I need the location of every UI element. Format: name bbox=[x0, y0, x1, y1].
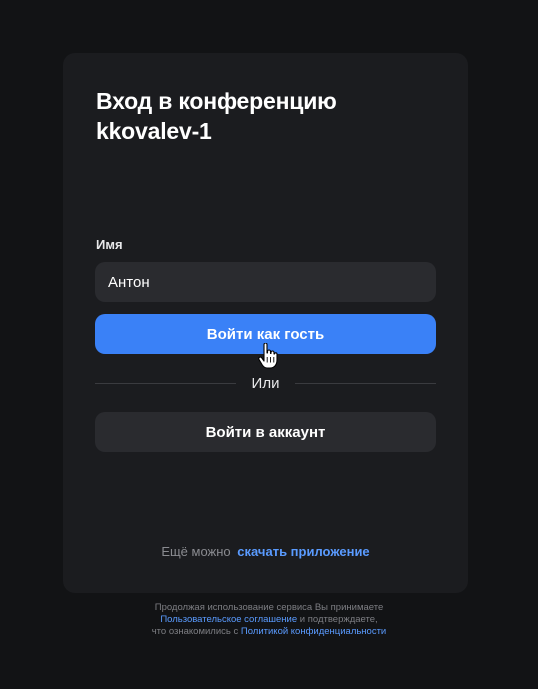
legal-line-3: что ознакомились с Политикой конфиденциа… bbox=[0, 626, 538, 638]
login-account-button[interactable]: Войти в аккаунт bbox=[95, 412, 436, 452]
page: Вход в конференцию kkovalev-1 Имя Войти … bbox=[0, 0, 538, 689]
or-divider: Или bbox=[95, 373, 437, 393]
privacy-policy-link[interactable]: Политикой конфиденциальности bbox=[241, 626, 386, 637]
login-card: Вход в конференцию kkovalev-1 Имя Войти … bbox=[63, 53, 468, 593]
name-label: Имя bbox=[96, 237, 123, 252]
divider-text: Или bbox=[251, 374, 280, 392]
user-agreement-link[interactable]: Пользовательское соглашение bbox=[160, 614, 297, 625]
hand-pointer-cursor-icon bbox=[258, 343, 278, 369]
name-input[interactable] bbox=[95, 262, 436, 302]
divider-line-left bbox=[95, 382, 236, 384]
download-prefix: Ещё можно bbox=[161, 544, 231, 559]
page-title: Вход в конференцию kkovalev-1 bbox=[96, 86, 436, 146]
legal-line-2-suffix: и подтверждаете, bbox=[297, 614, 378, 625]
download-app-link[interactable]: скачать приложение bbox=[237, 544, 369, 559]
divider-line-right bbox=[295, 382, 437, 384]
legal-line-3-prefix: что ознакомились с bbox=[151, 626, 241, 637]
legal-notice: Продолжая использование сервиса Вы прини… bbox=[0, 602, 538, 638]
legal-line-2: Пользовательское соглашение и подтвержда… bbox=[0, 614, 538, 626]
conference-name: kkovalev-1 bbox=[96, 118, 212, 144]
legal-line-1: Продолжая использование сервиса Вы прини… bbox=[154, 602, 384, 613]
title-line-1: Вход в конференцию bbox=[96, 88, 337, 114]
download-app-text: Ещё можно скачать приложение bbox=[63, 544, 468, 559]
